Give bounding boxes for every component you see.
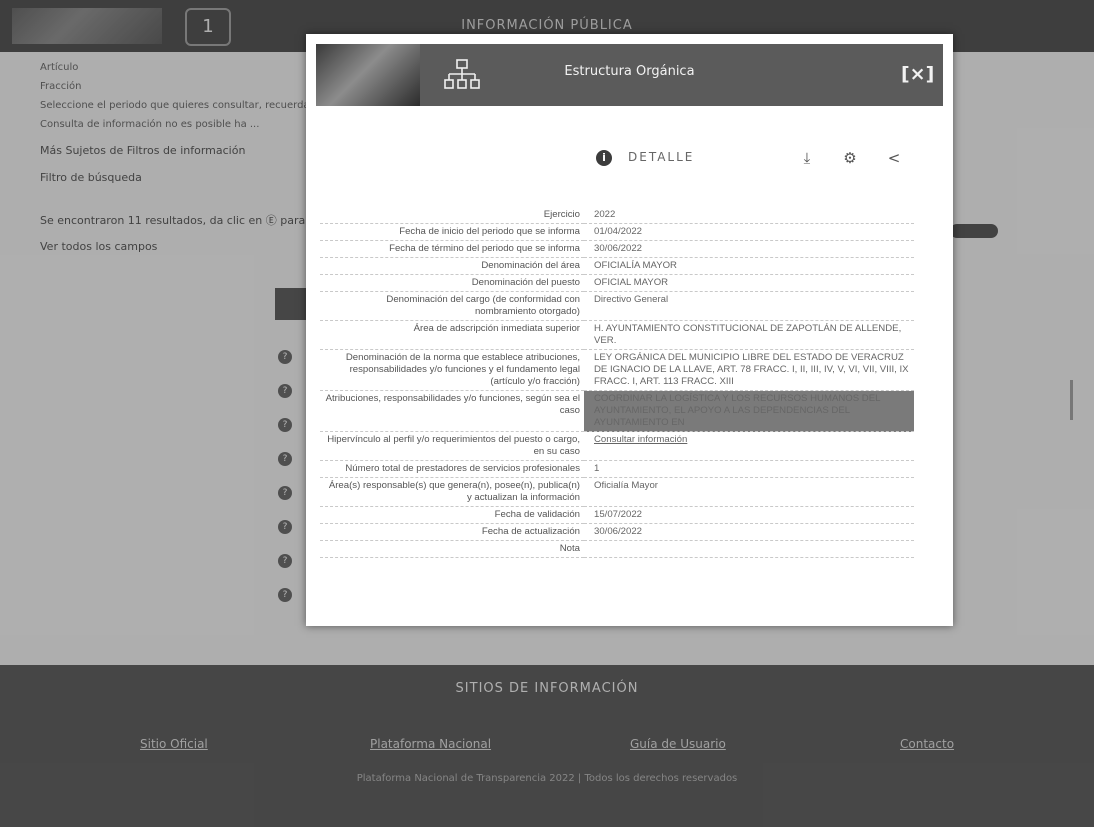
- detail-label: Denominación del puesto: [320, 274, 584, 292]
- detail-row: Denominación del puesto OFICIAL MAYOR: [320, 274, 914, 292]
- detail-value: LEY ORGÁNICA DEL MUNICIPIO LIBRE DEL EST…: [584, 349, 914, 391]
- detail-label: Hipervínculo al perfil y/o requerimiento…: [320, 431, 584, 461]
- detail-row: Fecha de actualización 30/06/2022: [320, 523, 914, 541]
- modal-header: Estructura Orgánica [×]: [316, 44, 943, 106]
- profile-link[interactable]: Consultar información: [584, 431, 914, 461]
- detail-label: Nota: [320, 540, 584, 558]
- detail-value: 2022: [584, 207, 914, 224]
- detail-heading: DETALLE: [628, 150, 695, 164]
- detail-row: Ejercicio 2022: [320, 207, 914, 224]
- detail-value: COORDINAR LA LOGÍSTICA Y LOS RECURSOS HU…: [584, 390, 914, 432]
- detail-value: 15/07/2022: [584, 506, 914, 524]
- detail-row: Área(s) responsable(s) que genera(n), po…: [320, 477, 914, 507]
- detail-value: H. AYUNTAMIENTO CONSTITUCIONAL DE ZAPOTL…: [584, 320, 914, 350]
- detail-row: Denominación del área OFICIALÍA MAYOR: [320, 257, 914, 275]
- detail-label: Fecha de inicio del periodo que se infor…: [320, 223, 584, 241]
- detail-label: Denominación del cargo (de conformidad c…: [320, 291, 584, 321]
- detail-value: 30/06/2022: [584, 523, 914, 541]
- detail-row: Atribuciones, responsabilidades y/o func…: [320, 390, 914, 432]
- detail-label: Área de adscripción inmediata superior: [320, 320, 584, 350]
- detail-toolbar: i DETALLE ⤓ ⚙ <: [306, 146, 953, 172]
- detail-row: Denominación de la norma que establece a…: [320, 349, 914, 391]
- detail-row: Hipervínculo al perfil y/o requerimiento…: [320, 431, 914, 461]
- detail-label: Fecha de actualización: [320, 523, 584, 541]
- info-icon: i: [596, 150, 612, 166]
- detail-value: 01/04/2022: [584, 223, 914, 241]
- detail-label: Fecha de término del periodo que se info…: [320, 240, 584, 258]
- detail-row: Fecha de validación 15/07/2022: [320, 506, 914, 524]
- detail-label: Número total de prestadores de servicios…: [320, 460, 584, 478]
- detail-label: Denominación de la norma que establece a…: [320, 349, 584, 391]
- close-button[interactable]: [×]: [901, 60, 934, 88]
- detail-value: 30/06/2022: [584, 240, 914, 258]
- detail-row: Fecha de inicio del periodo que se infor…: [320, 223, 914, 241]
- share-icon[interactable]: <: [883, 147, 905, 169]
- detail-table: Ejercicio 2022 Fecha de inicio del periodo…: [320, 207, 914, 558]
- detail-value: Directivo General: [584, 291, 914, 321]
- detail-modal: Estructura Orgánica [×] i DETALLE ⤓ ⚙ < …: [306, 34, 953, 626]
- detail-row: Fecha de término del periodo que se info…: [320, 240, 914, 258]
- detail-value: [584, 540, 914, 558]
- detail-label: Denominación del área: [320, 257, 584, 275]
- detail-value: 1: [584, 460, 914, 478]
- detail-value: Oficialía Mayor: [584, 477, 914, 507]
- modal-title: Estructura Orgánica: [564, 64, 695, 79]
- detail-row: Número total de prestadores de servicios…: [320, 460, 914, 478]
- detail-label: Atribuciones, responsabilidades y/o func…: [320, 390, 584, 432]
- detail-row: Nota: [320, 540, 914, 558]
- detail-row: Denominación del cargo (de conformidad c…: [320, 291, 914, 321]
- detail-label: Área(s) responsable(s) que genera(n), po…: [320, 477, 584, 507]
- settings-icon[interactable]: ⚙: [839, 147, 861, 169]
- detail-label: Ejercicio: [320, 207, 584, 224]
- detail-value: OFICIALÍA MAYOR: [584, 257, 914, 275]
- detail-label: Fecha de validación: [320, 506, 584, 524]
- detail-row: Área de adscripción inmediata superior H.…: [320, 320, 914, 350]
- detail-value: OFICIAL MAYOR: [584, 274, 914, 292]
- download-icon[interactable]: ⤓: [796, 147, 818, 169]
